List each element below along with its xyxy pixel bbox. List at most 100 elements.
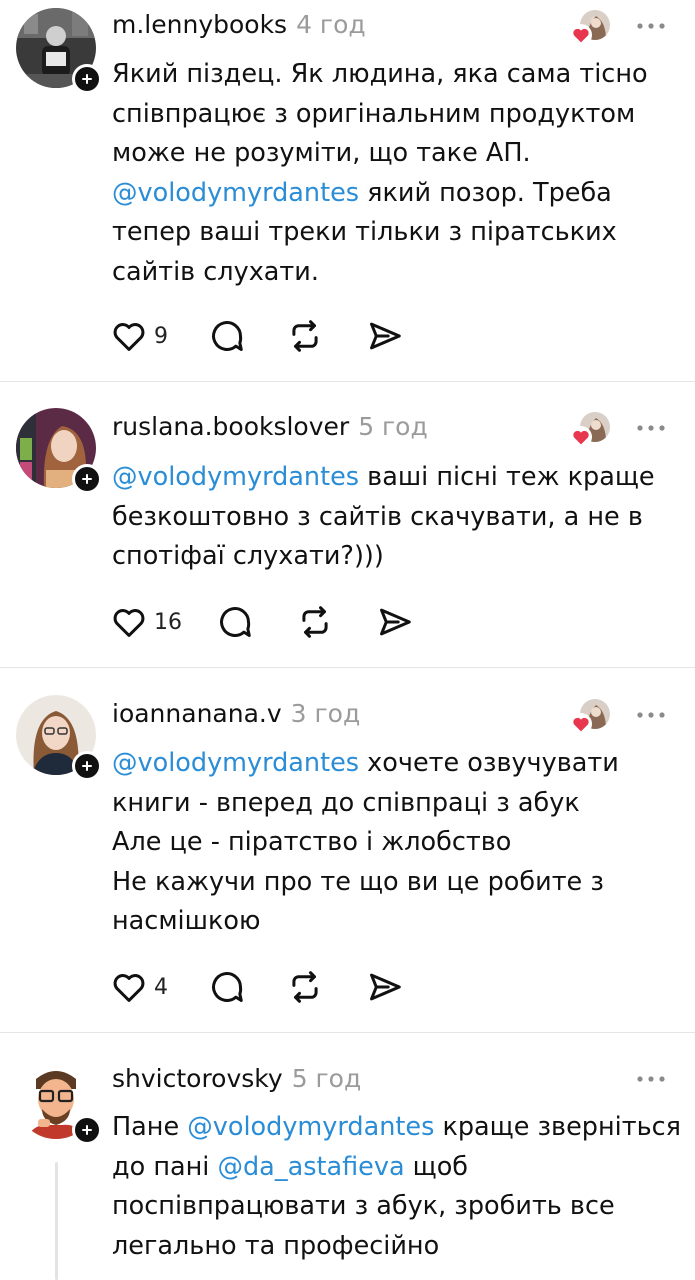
body-text-segment: насмішкою [112,906,261,936]
body-line: Пане @volodymyrdantes краще зверніться [112,1108,681,1148]
heart-filled-icon [570,426,592,448]
body-text-segment: поспівпрацювати з абук, зробить все [112,1191,615,1221]
post-time: 4 год [296,10,366,39]
body-text-segment: спотіфаї слухати?))) [112,541,384,571]
like-button[interactable]: 4 [110,967,168,1007]
post-time: 3 год [290,699,361,728]
body-text-segment: хочете озвучувати [359,748,619,778]
body-line: @volodymyrdantes ваші пісні теж краще [112,458,672,498]
comment-bubble-icon [212,972,243,1002]
body-line: Але це - піратство і жлобство [112,823,672,863]
username[interactable]: m.lennybooks [112,10,287,39]
post-header: m.lennybooks 4 год [112,10,366,44]
post-header: ruslana.bookslover 5 год [112,412,428,446]
body-text-segment: який позор. Треба [359,177,612,208]
body-line: Який піздец. Як людина, яка сама тісно [112,55,672,95]
share-button[interactable] [376,602,414,642]
heart-outline-icon [113,323,145,351]
username[interactable]: ruslana.bookslover [112,412,349,441]
body-text-segment: може не розуміти, що таке АП. [112,138,531,168]
body-line: @volodymyrdantes який позор. Треба [112,174,672,214]
send-paper-plane-icon [370,973,401,1001]
repost-arrows-icon [302,606,328,638]
heart-filled-icon [570,713,592,735]
heart-filled-icon [570,24,592,46]
like-count: 9 [154,323,168,349]
post-time: 5 год [291,1064,362,1093]
like-count: 4 [154,974,168,1000]
share-button[interactable] [366,967,404,1007]
reply-button[interactable] [208,316,246,356]
comment-bubble-icon [212,321,243,351]
send-paper-plane-icon [370,322,401,350]
body-text-segment: безкоштовно з сайтів скачувати, а не в [112,501,643,532]
repost-button[interactable] [286,967,324,1007]
repost-button[interactable] [296,602,334,642]
body-line: @volodymyrdantes хочете озвучувати [112,744,672,784]
mention-link[interactable]: @volodymyrdantes [112,178,359,208]
more-dots-icon[interactable] [636,1073,666,1085]
repost-arrows-icon [292,320,318,352]
like-button[interactable]: 9 [110,316,168,356]
more-dots-icon[interactable] [636,709,666,721]
post-body: @volodymyrdantes ваші пісні теж краще без… [112,458,672,577]
post-divider [0,667,695,668]
reply-button[interactable] [216,602,254,642]
body-text-segment: краще зверніться [434,1112,681,1142]
mention-link[interactable]: @volodymyrdantes [112,748,359,778]
avatar-wrap [16,1059,102,1145]
liked-by-author-indicator [570,699,612,737]
body-line: може не розуміти, що таке АП. [112,134,672,174]
body-text-segment: співпрацює з оригінальним продуктом [112,98,636,129]
username[interactable]: ioannanana.v [112,699,282,728]
liked-by-author-indicator [570,10,612,48]
username[interactable]: shvictorovsky [112,1064,283,1093]
follow-plus-icon[interactable] [72,751,102,781]
more-dots-icon[interactable] [636,422,666,434]
post-header: shvictorovsky 5 год [112,1064,361,1098]
comment-bubble-icon [220,607,251,637]
like-button[interactable]: 16 [110,602,182,642]
avatar-wrap [16,408,102,494]
body-text-segment: Не кажучи про те що ви це робите з [112,866,604,897]
body-text-segment: ваші пісні теж краще [359,462,655,492]
repost-arrows-icon [292,971,318,1003]
follow-plus-icon[interactable] [72,464,102,494]
post-body: @volodymyrdantes хочете озвучувати книги … [112,744,672,942]
repost-button[interactable] [286,316,324,356]
body-line: поспівпрацювати з абук, зробить все [112,1187,672,1227]
body-text-segment: книги - вперед до співпраці з абук [112,787,580,818]
post-actions: 16 [110,602,430,642]
body-line: співпрацює з оригінальним продуктом [112,95,672,135]
post-divider [0,1032,695,1033]
body-line: безкоштовно з сайтів скачувати, а не в [112,498,672,538]
follow-plus-icon[interactable] [72,64,102,94]
body-text-segment: легально та професійно [112,1230,440,1261]
post-time: 5 год [358,412,428,441]
body-line: Не кажучи про те що ви це робите з [112,863,672,903]
mention-link[interactable]: @da_astafieva [218,1152,405,1182]
reply-button[interactable] [208,967,246,1007]
follow-plus-icon[interactable] [72,1115,102,1145]
body-text-segment: Який піздец. Як людина, яка сама тісно [112,59,648,89]
post-header: ioannanana.v 3 год [112,699,360,733]
heart-outline-icon [113,974,145,1002]
body-line: сайтів слухати. [112,253,672,293]
body-line: насмішкою [112,902,672,942]
more-dots-icon[interactable] [636,20,666,32]
body-text-segment: сайтів слухати. [112,256,319,287]
body-text-segment: щоб [404,1151,469,1182]
liked-by-author-indicator [570,412,612,450]
body-line: легально та професійно [112,1227,672,1267]
mention-link[interactable]: @volodymyrdantes [187,1112,434,1142]
body-line: до пані @da_astafieva щоб [112,1148,672,1188]
mention-link[interactable]: @volodymyrdantes [112,462,359,492]
body-line: спотіфаї слухати?))) [112,537,672,577]
body-text-segment: до пані [112,1151,218,1182]
heart-outline-icon [113,609,145,637]
body-line: тепер ваші треки тільки з піратських [112,213,672,253]
share-button[interactable] [366,316,404,356]
body-line: книги - вперед до співпраці з абук [112,784,672,824]
post-divider [0,381,695,382]
avatar-wrap [16,8,102,94]
